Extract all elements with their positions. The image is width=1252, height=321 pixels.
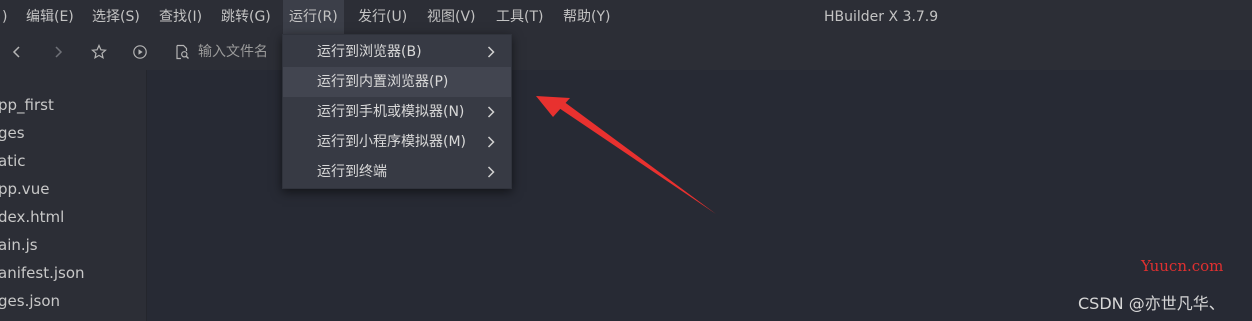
annotation-arrow [536,96,716,214]
site-watermark: Yuucn.com [1141,257,1224,275]
hbuilder-window: ) 编辑(E) 选择(S) 查找(I) 跳转(G) 运行(R) 发行(U) 视图… [0,0,1252,321]
author-watermark: CSDN @亦世凡华、 [1078,294,1225,313]
